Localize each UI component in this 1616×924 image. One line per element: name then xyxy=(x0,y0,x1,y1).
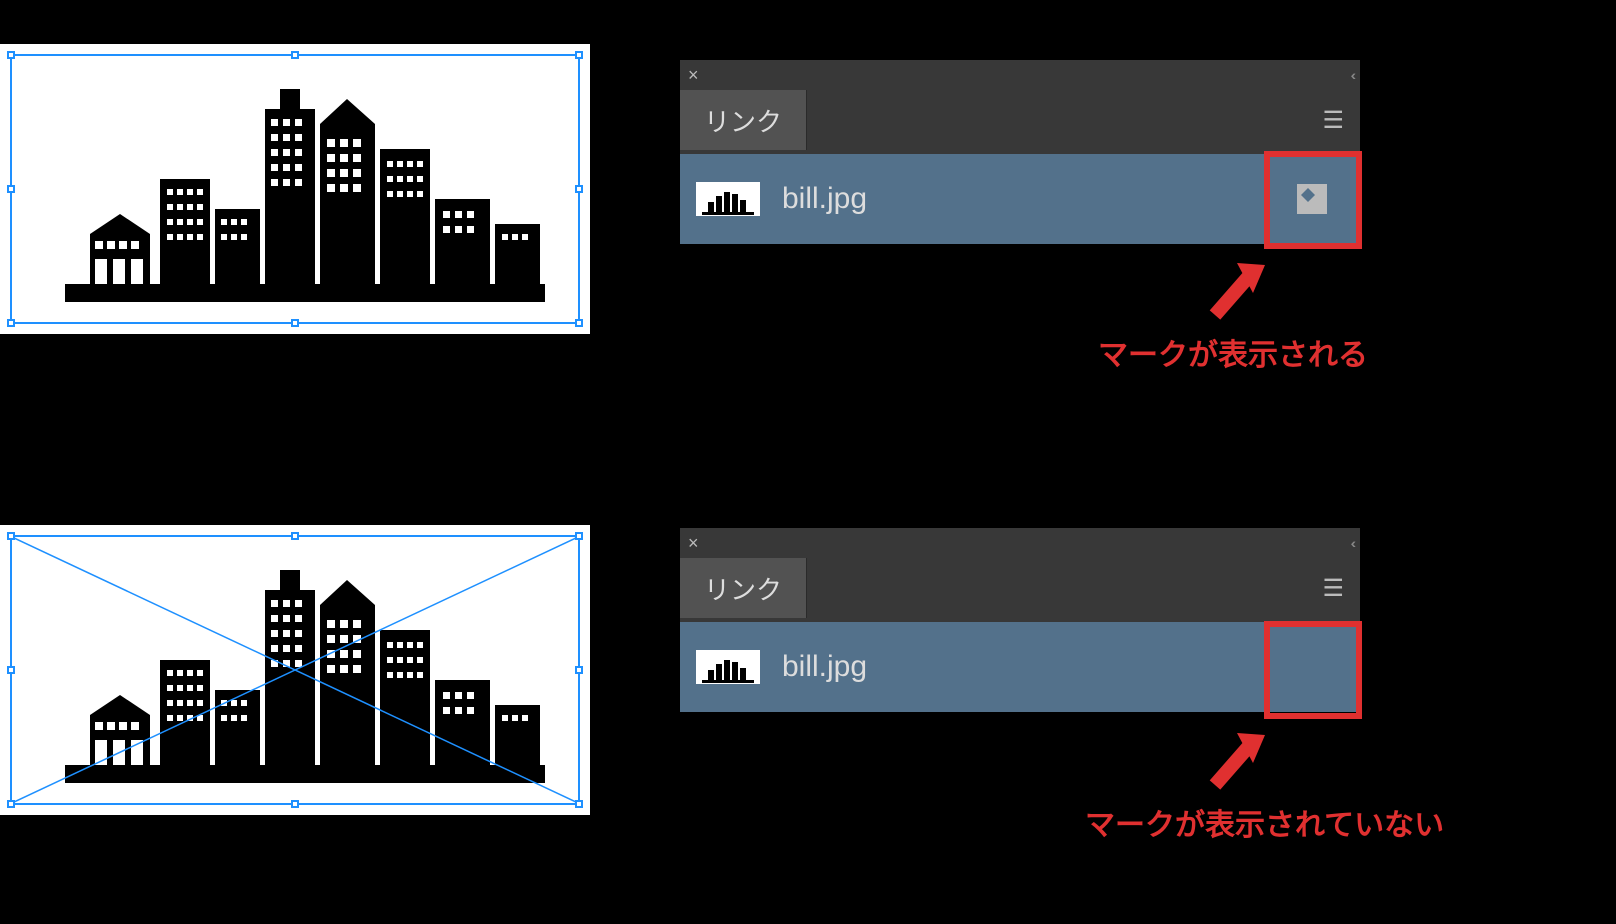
annotation-arrow-icon xyxy=(1195,725,1275,805)
annotation-text: マークが表示されていない xyxy=(1085,800,1444,844)
close-icon[interactable]: × xyxy=(688,65,699,86)
resize-handle[interactable] xyxy=(575,800,583,808)
resize-handle[interactable] xyxy=(7,51,15,59)
resize-handle[interactable] xyxy=(7,532,15,540)
selection-bounding-box[interactable] xyxy=(10,535,580,805)
link-row[interactable]: bill.jpg xyxy=(680,622,1360,712)
close-icon[interactable]: × xyxy=(688,533,699,554)
resize-handle[interactable] xyxy=(7,319,15,327)
link-thumbnail xyxy=(696,182,760,216)
links-panel: × ‹‹ リンク ☰ bill.jpg xyxy=(680,528,1360,712)
resize-handle[interactable] xyxy=(575,666,583,674)
links-panel: × ‹‹ リンク ☰ bill.jpg xyxy=(680,60,1360,244)
resize-handle[interactable] xyxy=(7,185,15,193)
resize-handle[interactable] xyxy=(7,800,15,808)
resize-handle[interactable] xyxy=(291,319,299,327)
resize-handle[interactable] xyxy=(575,532,583,540)
panel-header: × ‹‹ xyxy=(680,528,1360,558)
collapse-icon[interactable]: ‹‹ xyxy=(1351,67,1352,83)
annotation-highlight-box xyxy=(1264,151,1362,249)
resize-handle[interactable] xyxy=(575,319,583,327)
panel-header: × ‹‹ xyxy=(680,60,1360,90)
selection-bounding-box[interactable] xyxy=(10,54,580,324)
link-row[interactable]: bill.jpg xyxy=(680,154,1360,244)
link-diagonal-lines-icon xyxy=(12,537,578,803)
hamburger-menu-icon[interactable]: ☰ xyxy=(1322,106,1344,135)
canvas-linked-image[interactable] xyxy=(0,525,590,815)
resize-handle[interactable] xyxy=(575,51,583,59)
hamburger-menu-icon[interactable]: ☰ xyxy=(1322,574,1344,603)
tab-links[interactable]: リンク xyxy=(680,90,807,150)
resize-handle[interactable] xyxy=(7,666,15,674)
panel-tab-bar: リンク ☰ xyxy=(680,558,1360,618)
tab-links[interactable]: リンク xyxy=(680,558,807,618)
annotation-highlight-box xyxy=(1264,621,1362,719)
resize-handle[interactable] xyxy=(291,800,299,808)
annotation-text: マークが表示される xyxy=(1098,330,1368,374)
link-thumbnail xyxy=(696,650,760,684)
canvas-embedded-image[interactable] xyxy=(0,44,590,334)
resize-handle[interactable] xyxy=(575,185,583,193)
panel-tab-bar: リンク ☰ xyxy=(680,90,1360,150)
annotation-arrow-icon xyxy=(1195,255,1275,335)
resize-handle[interactable] xyxy=(291,51,299,59)
link-filename: bill.jpg xyxy=(782,182,867,216)
link-filename: bill.jpg xyxy=(782,650,867,684)
collapse-icon[interactable]: ‹‹ xyxy=(1351,535,1352,551)
resize-handle[interactable] xyxy=(291,532,299,540)
